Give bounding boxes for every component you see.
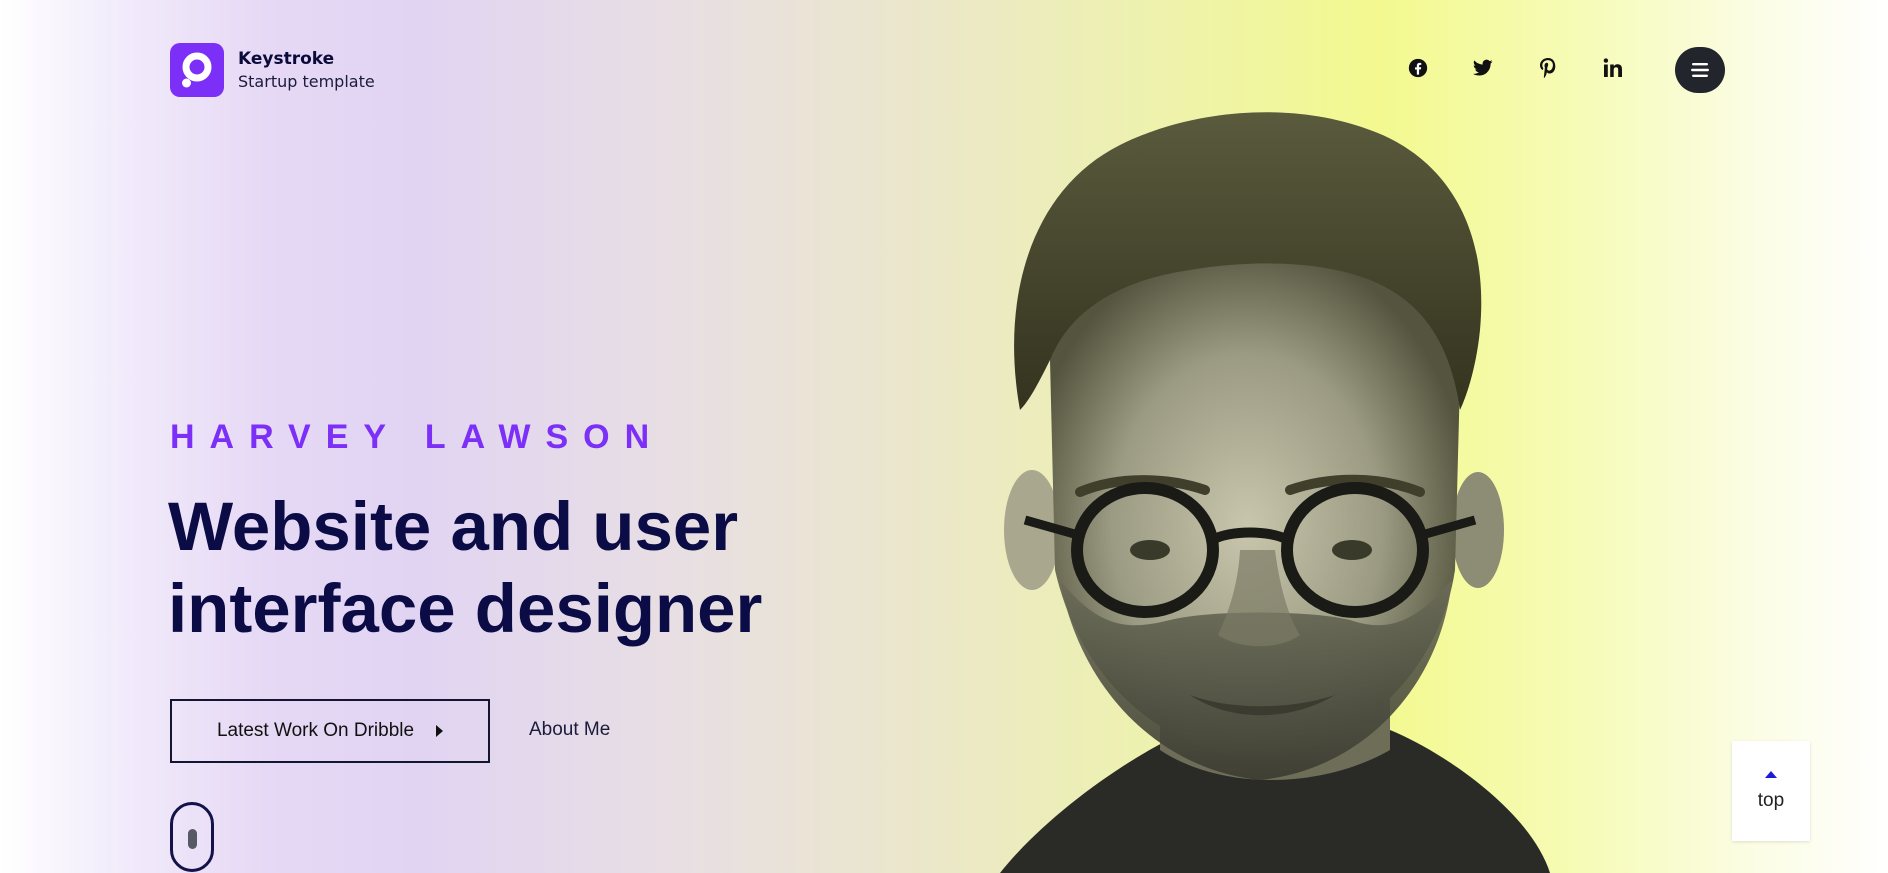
- facebook-link[interactable]: [1398, 48, 1438, 88]
- landing-page: Keystroke Startup template HARVEY LAWSON…: [0, 0, 1888, 873]
- twitter-icon: [1473, 59, 1493, 76]
- caret-up-icon: [1765, 770, 1777, 778]
- hero-headline: Website and user interface designer: [168, 486, 868, 650]
- hero-headline-line-1: Website and user: [168, 488, 739, 565]
- about-me-link[interactable]: About Me: [529, 719, 610, 741]
- pinterest-icon: [1540, 58, 1556, 78]
- back-to-top-button[interactable]: top: [1732, 741, 1810, 841]
- menu-button[interactable]: [1675, 47, 1725, 93]
- linkedin-icon: [1603, 58, 1622, 77]
- latest-work-button[interactable]: Latest Work On Dribble: [170, 699, 490, 763]
- logo-mark-icon: [170, 43, 224, 97]
- facebook-icon: [1408, 58, 1428, 78]
- brand-logo[interactable]: Keystroke Startup template: [170, 43, 375, 97]
- latest-work-button-label: Latest Work On Dribble: [216, 720, 415, 741]
- social-links: [1398, 48, 1658, 88]
- brand-text: Keystroke Startup template: [238, 48, 375, 93]
- hero-headline-line-2: interface designer: [168, 570, 763, 647]
- hamburger-menu-icon: [1691, 63, 1709, 77]
- scroll-wheel: [188, 829, 197, 849]
- play-arrow-icon: [436, 725, 444, 737]
- pinterest-link[interactable]: [1528, 48, 1568, 88]
- brand-subtitle: Startup template: [238, 71, 375, 91]
- twitter-link[interactable]: [1463, 48, 1503, 88]
- linkedin-link[interactable]: [1593, 48, 1633, 88]
- portrait-image: [1000, 112, 1550, 873]
- scroll-mouse-icon[interactable]: [170, 802, 214, 872]
- back-to-top-label: top: [1757, 789, 1785, 811]
- hero-eyebrow-name: HARVEY LAWSON: [170, 418, 665, 456]
- brand-title: Keystroke: [238, 48, 335, 69]
